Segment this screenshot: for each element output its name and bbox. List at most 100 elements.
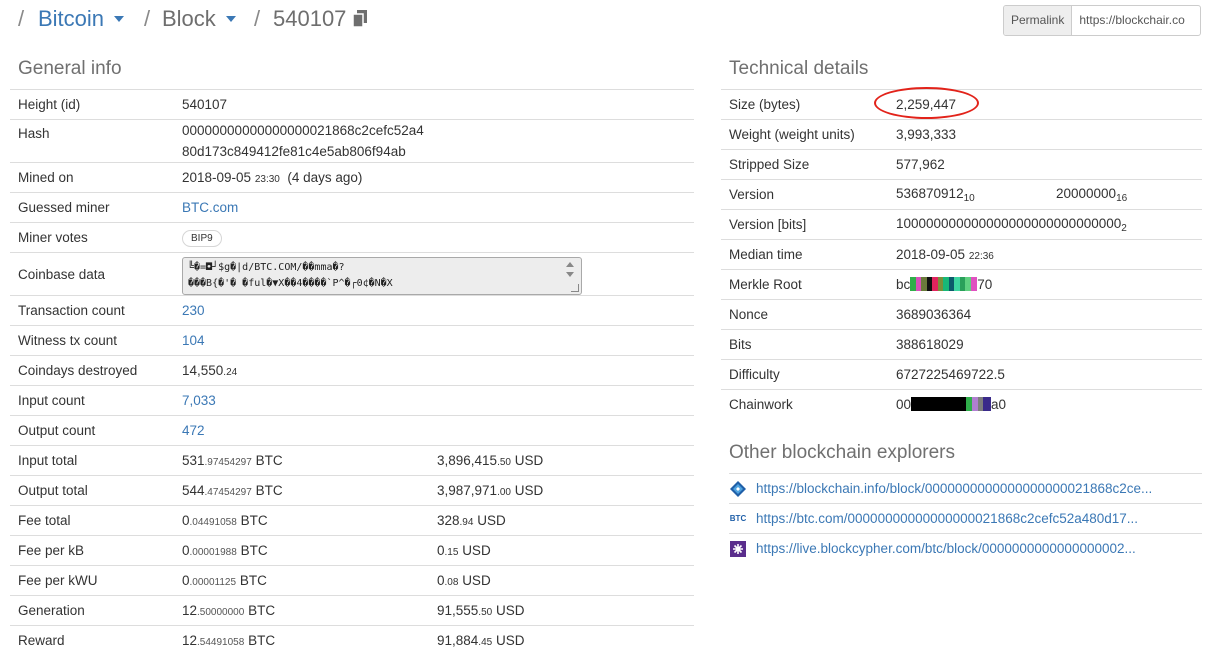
explorer-link[interactable]: https://btc.com/00000000000000000021868c…: [756, 511, 1138, 526]
table-row: Bits 388618029: [721, 329, 1202, 360]
btc-com-icon-text: BTC: [729, 514, 747, 523]
table-row: Fee per kB 0.00001988 BTC 0.15 USD: [10, 535, 694, 566]
row-label: Stripped Size: [721, 149, 888, 180]
table-row: Hash 00000000000000000021868c2cefc52a4 8…: [10, 119, 694, 163]
number-int: 0: [437, 573, 445, 588]
stripped-size-value: 577,962: [888, 149, 1202, 180]
unit: BTC: [240, 513, 268, 528]
row-label: Coindays destroyed: [10, 355, 174, 386]
witness-count-link[interactable]: 104: [182, 333, 205, 348]
number-int: 12: [182, 603, 198, 618]
difficulty-value: 6727225469722.5: [888, 359, 1202, 390]
unit: USD: [514, 453, 544, 468]
version-number: 20000000: [1056, 185, 1117, 201]
miner-link[interactable]: BTC.com: [182, 200, 238, 215]
number-dec: .08: [444, 577, 459, 588]
number-dec: .97454297: [204, 457, 252, 468]
row-label: Merkle Root: [721, 269, 888, 300]
transaction-count-link[interactable]: 230: [182, 303, 205, 318]
table-row: Weight (weight units) 3,993,333: [721, 119, 1202, 150]
row-label: Median time: [721, 239, 888, 270]
bits-value: 388618029: [888, 329, 1202, 360]
explorer-link[interactable]: https://blockchain.info/block/0000000000…: [756, 481, 1152, 496]
table-row: Version 53687091210 2000000016: [721, 179, 1202, 210]
unit: BTC: [248, 633, 276, 649]
table-row: Nonce 3689036364: [721, 299, 1202, 330]
input-count-link[interactable]: 7,033: [182, 393, 216, 408]
number-dec: .00: [497, 487, 511, 498]
number-base: 10: [963, 192, 975, 204]
mined-ago: (4 days ago): [287, 170, 363, 185]
permalink-button[interactable]: Permalink: [1004, 6, 1073, 35]
version-decimal: 53687091210: [888, 179, 1048, 210]
height-value: 540107: [174, 89, 694, 120]
row-label: Difficulty: [721, 359, 888, 390]
version-hex: 2000000016: [1048, 179, 1202, 210]
row-label: Fee total: [10, 505, 174, 536]
output-count-link[interactable]: 472: [182, 423, 205, 438]
scroll-down-icon[interactable]: [566, 272, 574, 277]
number-int: 0: [182, 543, 190, 558]
merkle-root-value: bc 70: [888, 269, 1202, 300]
breadcrumb-separator: /: [144, 6, 151, 31]
resize-grip-icon[interactable]: [571, 284, 579, 292]
median-clock: 22:36: [968, 251, 994, 262]
table-row: Generation 12.50000000 BTC 91,555.50 USD: [10, 595, 694, 626]
table-row: Difficulty 6727225469722.5: [721, 359, 1202, 390]
version-bits: 100000000000000000000000000000: [896, 215, 1122, 231]
table-row: Miner votes BIP9: [10, 222, 694, 253]
row-label: Reward: [10, 625, 174, 656]
breadcrumb-separator: /: [18, 6, 25, 31]
row-label: Fee per kB: [10, 535, 174, 566]
table-row: Height (id) 540107: [10, 89, 694, 120]
number-int: 91,555: [437, 603, 479, 618]
scroll-up-icon[interactable]: [566, 262, 574, 267]
number-dec: .15: [444, 547, 459, 558]
copy-icon[interactable]: [353, 10, 367, 27]
usd-value: 328.94 USD: [429, 505, 694, 536]
unit: USD: [514, 483, 544, 498]
number-base: 2: [1121, 222, 1127, 234]
coinbase-data-textarea[interactable]: ╚�=◘┘$g�|d/BTC.COM/��mma�? ���B{�'� �ful�…: [182, 257, 582, 295]
row-label: Output total: [10, 475, 174, 506]
row-label: Transaction count: [10, 295, 174, 326]
usd-value: 0.15 USD: [429, 535, 694, 566]
number-dec: .45: [478, 637, 493, 649]
merkle-start: bc: [896, 277, 911, 292]
number-int: 544: [182, 483, 205, 498]
permalink-url-field[interactable]: https://blockchair.co: [1072, 6, 1200, 35]
row-label: Witness tx count: [10, 325, 174, 356]
blockchain-info-icon: [730, 480, 746, 497]
table-row: Merkle Root bc 70: [721, 269, 1202, 300]
table-row: Transaction count 230: [10, 295, 694, 326]
chevron-down-icon: [225, 16, 236, 23]
row-label: Input total: [10, 445, 174, 476]
table-row: Median time 2018-09-05 22:36: [721, 239, 1202, 270]
number-int: 0: [182, 573, 190, 588]
table-row: Stripped Size 577,962: [721, 149, 1202, 180]
explorer-link[interactable]: https://live.blockcypher.com/btc/block/0…: [756, 541, 1136, 556]
general-info-table: Height (id) 540107 Hash 0000000000000000…: [10, 89, 694, 656]
number-int: 12: [182, 633, 198, 649]
technical-details-table: Size (bytes) 2,259,447 Weight (weight un…: [721, 89, 1202, 420]
breadcrumb-coin-dropdown[interactable]: Bitcoin: [38, 6, 125, 32]
breadcrumb-type-dropdown[interactable]: Block: [162, 6, 236, 32]
explorers-title: Other blockchain explorers: [729, 442, 955, 463]
table-row: Output count 472: [10, 415, 694, 446]
table-row: Fee total 0.04491058 BTC 328.94 USD: [10, 505, 694, 536]
general-info-title: General info: [18, 58, 122, 79]
mined-date: 2018-09-05: [182, 170, 252, 185]
unit: USD: [495, 633, 525, 649]
row-label: Guessed miner: [10, 192, 174, 223]
number-int: 3,987,971: [437, 483, 498, 498]
table-row: Chainwork 00 a0: [721, 389, 1202, 420]
version-number: 536870912: [896, 185, 964, 201]
size-highlight-ellipse: [874, 87, 979, 119]
unit: BTC: [255, 453, 283, 468]
row-label: Input count: [10, 385, 174, 416]
number-base: 16: [1116, 192, 1128, 204]
table-row: Witness tx count 104: [10, 325, 694, 356]
chainwork-start: 00: [896, 397, 912, 413]
number-int: 0: [437, 543, 445, 558]
row-label: Mined on: [10, 162, 174, 193]
